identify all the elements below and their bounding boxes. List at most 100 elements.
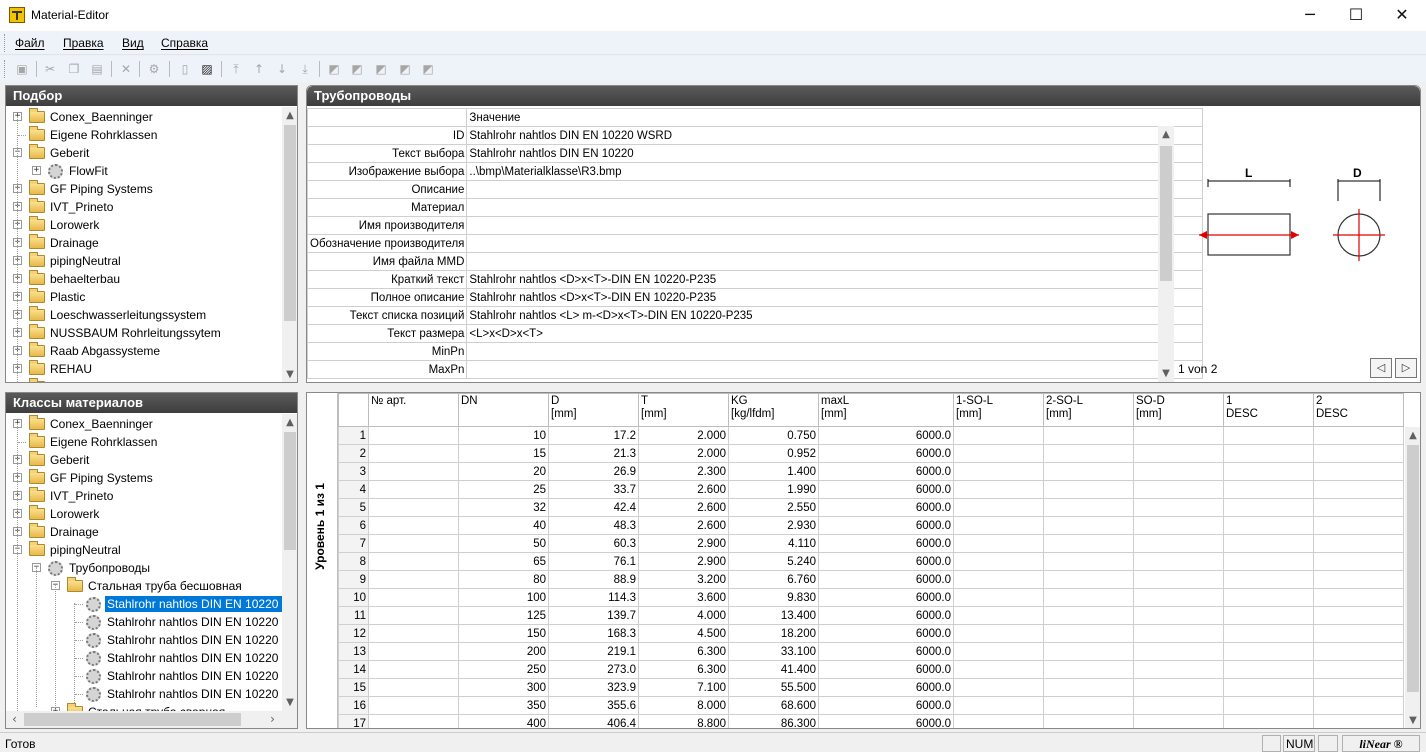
grid-cell[interactable] bbox=[1043, 714, 1134, 728]
grid-cell[interactable] bbox=[368, 570, 459, 589]
grid-cell[interactable]: 219.1 bbox=[548, 642, 639, 661]
next-image-button[interactable]: ▷ bbox=[1395, 358, 1417, 378]
grid-cell[interactable] bbox=[953, 570, 1044, 589]
grid-cell[interactable] bbox=[1043, 462, 1134, 481]
menu-edit[interactable]: Правка bbox=[63, 36, 104, 50]
property-row[interactable]: Имя производителя bbox=[307, 216, 1204, 235]
row-number[interactable]: 11 bbox=[338, 606, 369, 625]
grid-cell[interactable] bbox=[1133, 624, 1224, 643]
grid-cell[interactable] bbox=[1043, 678, 1134, 697]
grid-cell[interactable] bbox=[368, 480, 459, 499]
grid-cell[interactable] bbox=[1223, 696, 1314, 715]
grid-cell[interactable]: 100 bbox=[458, 588, 549, 607]
grid-cell[interactable]: 125 bbox=[458, 606, 549, 625]
grid-cell[interactable]: 6000.0 bbox=[818, 714, 954, 728]
grid-cell[interactable] bbox=[1133, 660, 1224, 679]
grid-cell[interactable]: 350 bbox=[458, 696, 549, 715]
grid-cell[interactable]: 355.6 bbox=[548, 696, 639, 715]
grid-cell[interactable]: 6.300 bbox=[638, 660, 729, 679]
grid-cell[interactable]: 50 bbox=[458, 534, 549, 553]
grid-cell[interactable]: 3.600 bbox=[638, 588, 729, 607]
row-number[interactable]: 1 bbox=[338, 426, 369, 445]
grid-cell[interactable] bbox=[1313, 660, 1404, 679]
properties-scrollbar[interactable]: ▲ ▼ bbox=[1158, 126, 1174, 382]
row-number[interactable]: 15 bbox=[338, 678, 369, 697]
grid-cell[interactable]: 6000.0 bbox=[818, 642, 954, 661]
grid-cell[interactable]: 139.7 bbox=[548, 606, 639, 625]
grid-cell[interactable] bbox=[1223, 462, 1314, 481]
grid-cell[interactable]: 1.990 bbox=[728, 480, 819, 499]
grid-cell[interactable] bbox=[953, 660, 1044, 679]
scroll-thumb[interactable] bbox=[284, 432, 296, 550]
grid-cell[interactable] bbox=[1133, 426, 1224, 445]
grid-cell[interactable]: 4.110 bbox=[728, 534, 819, 553]
minimize-button[interactable]: ─ bbox=[1287, 0, 1333, 31]
grid-cell[interactable] bbox=[1223, 624, 1314, 643]
grid-cell[interactable]: 150 bbox=[458, 624, 549, 643]
column-header[interactable]: DN bbox=[458, 393, 549, 427]
grid-cell[interactable] bbox=[1133, 552, 1224, 571]
grid-cell[interactable] bbox=[953, 552, 1044, 571]
property-value[interactable]: ..\bmp\Materialklasse\R3.bmp bbox=[466, 162, 1204, 181]
action-2-icon[interactable]: ◩ bbox=[349, 61, 365, 77]
grid-cell[interactable]: 0.750 bbox=[728, 426, 819, 445]
grid-cell[interactable] bbox=[1313, 714, 1404, 728]
grid-cell[interactable]: 6000.0 bbox=[818, 624, 954, 643]
scroll-down-icon[interactable]: ▼ bbox=[1158, 365, 1174, 382]
grid-cell[interactable]: 25 bbox=[458, 480, 549, 499]
property-value[interactable] bbox=[466, 360, 1204, 379]
grid-cell[interactable]: 15 bbox=[458, 444, 549, 463]
grid-cell[interactable] bbox=[1133, 714, 1224, 728]
row-number[interactable]: 8 bbox=[338, 552, 369, 571]
grid-cell[interactable] bbox=[1133, 444, 1224, 463]
copy-icon[interactable]: ❐ bbox=[66, 61, 82, 77]
grid-cell[interactable] bbox=[1313, 534, 1404, 553]
grid-cell[interactable] bbox=[1223, 516, 1314, 535]
property-value[interactable] bbox=[466, 198, 1204, 217]
column-header[interactable]: 2-SO-L [mm] bbox=[1043, 393, 1134, 427]
column-header[interactable]: D [mm] bbox=[548, 393, 639, 427]
property-value[interactable] bbox=[466, 342, 1204, 361]
grid-cell[interactable] bbox=[1133, 534, 1224, 553]
grid-cell[interactable]: 300 bbox=[458, 678, 549, 697]
property-value[interactable] bbox=[466, 252, 1204, 271]
grid-cell[interactable] bbox=[1043, 426, 1134, 445]
grid-cell[interactable]: 26.9 bbox=[548, 462, 639, 481]
classes-hscrollbar[interactable]: ‹ › bbox=[6, 711, 297, 728]
grid-cell[interactable]: 86.300 bbox=[728, 714, 819, 728]
grid-cell[interactable] bbox=[368, 534, 459, 553]
property-row[interactable]: Изображение выбора ..\bmp\Materialklasse\… bbox=[307, 162, 1204, 181]
grid-cell[interactable] bbox=[1313, 498, 1404, 517]
grid-cell[interactable] bbox=[1313, 552, 1404, 571]
grid-cell[interactable]: 33.7 bbox=[548, 480, 639, 499]
grid-cell[interactable] bbox=[1133, 462, 1224, 481]
grid-cell[interactable]: 6000.0 bbox=[818, 606, 954, 625]
property-value[interactable]: Stahlrohr nahtlos DIN EN 10220 bbox=[466, 144, 1204, 163]
grid-cell[interactable] bbox=[1313, 642, 1404, 661]
property-row[interactable]: Материал bbox=[307, 198, 1204, 217]
grid-cell[interactable]: 2.000 bbox=[638, 444, 729, 463]
property-value[interactable] bbox=[466, 216, 1204, 235]
grid-cell[interactable]: 20 bbox=[458, 462, 549, 481]
classes-vscrollbar[interactable]: ▲ ▼ bbox=[282, 414, 297, 711]
column-header[interactable]: 1-SO-L [mm] bbox=[953, 393, 1044, 427]
row-number[interactable]: 2 bbox=[338, 444, 369, 463]
scroll-thumb[interactable] bbox=[1407, 445, 1419, 692]
property-row[interactable]: Текст списка позиций Stahlrohr nahtlos <L… bbox=[307, 306, 1204, 325]
grid-cell[interactable]: 6000.0 bbox=[818, 426, 954, 445]
grid-cell[interactable] bbox=[1043, 696, 1134, 715]
grid-cell[interactable]: 6000.0 bbox=[818, 462, 954, 481]
grid-cell[interactable]: 55.500 bbox=[728, 678, 819, 697]
grid-cell[interactable] bbox=[368, 660, 459, 679]
property-row[interactable]: MaxPn bbox=[307, 360, 1204, 379]
grid-cell[interactable] bbox=[1223, 642, 1314, 661]
scroll-down-icon[interactable]: ▼ bbox=[1405, 712, 1420, 728]
paste-special-icon[interactable]: ▨ bbox=[199, 61, 215, 77]
grid-cell[interactable] bbox=[1043, 624, 1134, 643]
grid-cell[interactable] bbox=[368, 624, 459, 643]
grid-cell[interactable]: 68.600 bbox=[728, 696, 819, 715]
grid-cell[interactable] bbox=[1223, 660, 1314, 679]
grid-cell[interactable] bbox=[953, 588, 1044, 607]
scroll-thumb[interactable] bbox=[1160, 146, 1172, 281]
grid-cell[interactable]: 4.000 bbox=[638, 606, 729, 625]
